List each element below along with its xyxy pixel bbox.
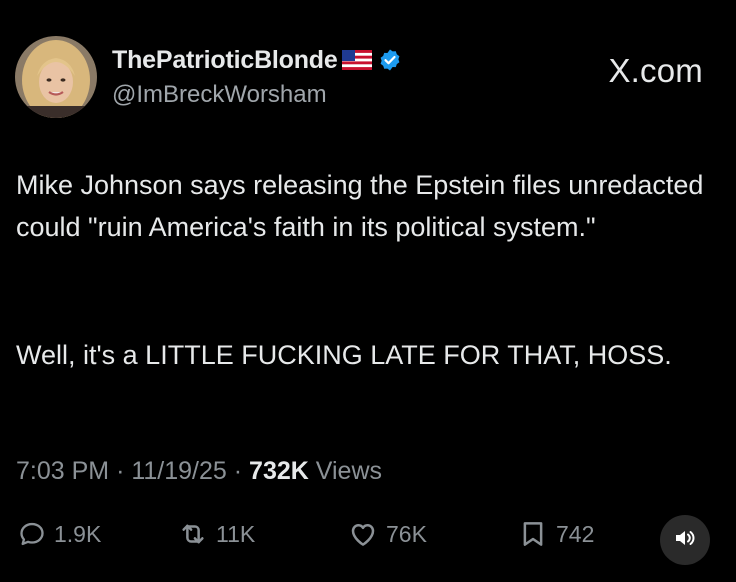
speaker-icon: [673, 526, 697, 555]
heart-icon: [348, 519, 378, 549]
us-flag-icon: [341, 50, 372, 70]
bookmark-count: 742: [556, 520, 595, 547]
bookmark-button[interactable]: 742: [518, 514, 594, 554]
bookmark-icon: [518, 519, 548, 549]
tweet-actions-bar: 1.9K 11K 76K 742: [0, 514, 736, 554]
repost-count: 11K: [216, 520, 256, 547]
like-count: 76K: [386, 520, 427, 547]
author-handle[interactable]: @ImBreckWorsham: [112, 81, 327, 109]
views-label: Views: [315, 457, 383, 485]
repost-icon: [178, 519, 208, 549]
reply-count: 1.9K: [54, 520, 102, 547]
meta-separator: ·: [233, 457, 243, 485]
reply-icon: [18, 520, 46, 548]
meta-separator: ·: [116, 457, 125, 485]
sound-toggle-button[interactable]: [660, 515, 710, 565]
author-name-row: ThePatrioticBlonde: [112, 44, 402, 76]
tweet-text-paragraph: Well, it's a LITTLE FUCKING LATE FOR THA…: [16, 340, 672, 370]
repost-button[interactable]: 11K: [178, 514, 255, 554]
views-count: 732K: [249, 457, 309, 485]
tweet-text-paragraph: Mike Johnson says releasing the Epstein …: [16, 170, 704, 242]
like-button[interactable]: 76K: [348, 514, 427, 554]
verified-badge-icon: [378, 48, 402, 72]
author-display-name[interactable]: ThePatrioticBlonde: [112, 46, 338, 75]
avatar[interactable]: [15, 36, 97, 118]
tweet-time[interactable]: 7:03 PM: [16, 457, 109, 485]
tweet-date[interactable]: 11/19/25: [131, 457, 226, 485]
tweet-metadata: 7:03 PM · 11/19/25 · 732K Views: [16, 457, 382, 486]
reply-button[interactable]: 1.9K: [18, 514, 101, 554]
x-brand-logo: X.com: [608, 52, 703, 89]
